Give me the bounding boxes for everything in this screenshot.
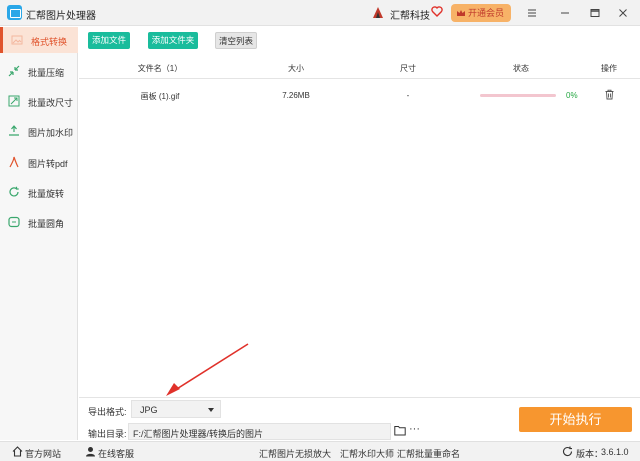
title-bar: 汇帮图片处理器 汇帮科技 开通会员 — [0, 0, 640, 26]
minimize-icon[interactable] — [558, 6, 572, 20]
sidebar-item-watermark[interactable]: 图片加水印 — [0, 118, 78, 144]
version-value: 3.6.1.0 — [601, 447, 629, 457]
maximize-icon[interactable] — [588, 6, 602, 20]
version-label: 版本： — [576, 449, 604, 459]
vip-button[interactable]: 开通会员 — [451, 4, 511, 22]
progress-percent: 0% — [566, 91, 578, 100]
sidebar-item-label: 格式转换 — [31, 37, 68, 47]
cell-filename: 画板 (1).gif — [140, 92, 180, 101]
output-directory-field[interactable]: F:/汇帮图片处理器/转换后的图片 — [128, 423, 391, 440]
brand-logo-icon — [373, 7, 383, 18]
sidebar-item-format-convert[interactable]: 格式转换 — [0, 27, 78, 53]
trash-icon[interactable] — [604, 89, 615, 100]
sidebar-item-batch-rotate[interactable]: 批量旋转 — [0, 179, 78, 205]
sidebar-item-batch-resize[interactable]: 批量改尺寸 — [0, 88, 78, 114]
add-folder-button[interactable]: 添加文件夹 — [148, 32, 198, 49]
column-header-filename: 文件名（1） — [137, 64, 183, 73]
rotate-icon — [9, 186, 19, 197]
chevron-down-icon — [208, 408, 214, 412]
start-button[interactable]: 开始执行 — [519, 407, 632, 432]
watermark-icon — [9, 125, 19, 136]
resize-icon — [8, 95, 20, 107]
upscale-link[interactable]: 汇帮图片无损放大 — [259, 447, 331, 460]
crown-icon — [457, 10, 465, 16]
sidebar-item-label: 图片加水印 — [28, 128, 74, 138]
cell-size: 7.26MB — [282, 91, 310, 100]
sidebar-item-to-pdf[interactable]: 图片转pdf — [0, 149, 78, 175]
column-header-size: 大小 — [288, 64, 304, 73]
refresh-icon[interactable] — [562, 446, 573, 457]
table-row[interactable]: 画板 (1).gif 7.26MB - 0% — [79, 81, 640, 107]
sidebar-item-label: 批量压缩 — [28, 68, 65, 78]
status-bar: 官方网站 在线客服 汇帮图片无损放大 汇帮水印大师 汇帮批量重命名 版本： 3.… — [0, 441, 640, 461]
output-directory-value: F:/汇帮图片处理器/转换后的图片 — [133, 429, 263, 439]
format-label: 导出格式: — [88, 407, 127, 417]
close-icon[interactable] — [616, 6, 630, 20]
batch-rename-link[interactable]: 汇帮批量重命名 — [397, 447, 460, 460]
watermark-master-link[interactable]: 汇帮水印大师 — [340, 447, 394, 460]
column-header-actions: 操作 — [601, 64, 617, 73]
app-logo-icon — [7, 5, 22, 20]
sidebar: 格式转换 批量压缩 批量改尺寸 图片加水印 图片转pdf 批量旋转 批量圆角 — [0, 27, 78, 440]
format-select[interactable]: JPG — [131, 400, 221, 418]
progress-bar — [480, 94, 556, 97]
format-value: JPG — [140, 405, 158, 415]
vip-label: 开通会员 — [468, 8, 505, 18]
sidebar-item-batch-compress[interactable]: 批量压缩 — [0, 58, 78, 84]
table-header: 文件名（1） 大小 尺寸 状态 操作 — [79, 57, 640, 79]
round-corner-icon — [8, 216, 20, 228]
service-link[interactable]: 在线客服 — [98, 447, 134, 460]
customer-service-icon — [86, 447, 95, 457]
folder-icon[interactable] — [394, 425, 406, 436]
sidebar-item-label: 批量圆角 — [28, 219, 65, 229]
brand-name: 汇帮科技 — [390, 11, 430, 22]
app-title: 汇帮图片处理器 — [26, 11, 96, 22]
column-header-status: 状态 — [513, 64, 529, 73]
pdf-icon — [9, 156, 19, 168]
image-convert-icon — [11, 35, 23, 45]
heart-icon[interactable] — [431, 5, 443, 17]
more-options-icon[interactable]: ··· — [409, 423, 420, 435]
sidebar-item-label: 图片转pdf — [28, 159, 68, 169]
menu-icon[interactable] — [525, 6, 539, 20]
outdir-label: 输出目录: — [88, 429, 127, 439]
sidebar-item-round-corner[interactable]: 批量圆角 — [0, 209, 78, 235]
add-file-button[interactable]: 添加文件 — [88, 32, 130, 49]
sidebar-item-label: 批量改尺寸 — [28, 98, 74, 108]
clear-list-button[interactable]: 清空列表 — [215, 32, 257, 49]
column-header-dimensions: 尺寸 — [400, 64, 416, 73]
home-icon — [12, 446, 23, 457]
sidebar-item-label: 批量旋转 — [28, 189, 65, 199]
cell-dimensions: - — [406, 91, 410, 100]
website-link[interactable]: 官方网站 — [25, 447, 61, 460]
annotation-arrow — [166, 343, 249, 396]
compress-icon — [8, 65, 20, 77]
